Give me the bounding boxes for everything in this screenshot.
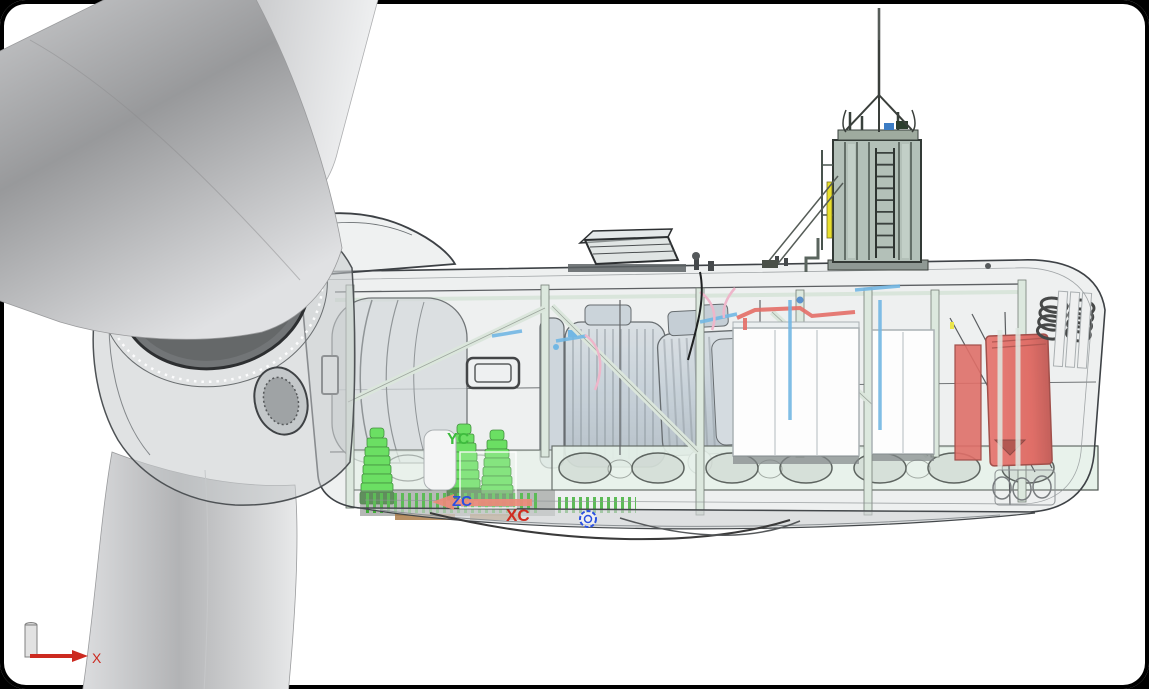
turbine-nacelle-model[interactable]: YC ZC XC X — [0, 0, 1149, 689]
datum-axis-cylinder[interactable] — [25, 625, 37, 657]
axis-x-label: X — [92, 650, 102, 666]
orbit-center-icon — [580, 511, 596, 527]
wcs-y-label: YC — [447, 431, 470, 448]
wcs-x-label: XC — [506, 506, 530, 525]
cooler-unit[interactable] — [762, 112, 928, 272]
cad-viewport[interactable]: YC ZC XC X — [0, 0, 1149, 689]
x-axis-arrow — [30, 650, 88, 662]
cooler-valve-blue — [884, 123, 894, 130]
roof-hatch[interactable] — [568, 229, 686, 272]
lightning-mast[interactable] — [843, 8, 915, 132]
wcs-z-label: ZC — [452, 493, 472, 510]
nacelle-assembly[interactable] — [262, 213, 1105, 539]
yellow-cable — [827, 182, 832, 238]
nacelle-underside — [360, 508, 1035, 539]
